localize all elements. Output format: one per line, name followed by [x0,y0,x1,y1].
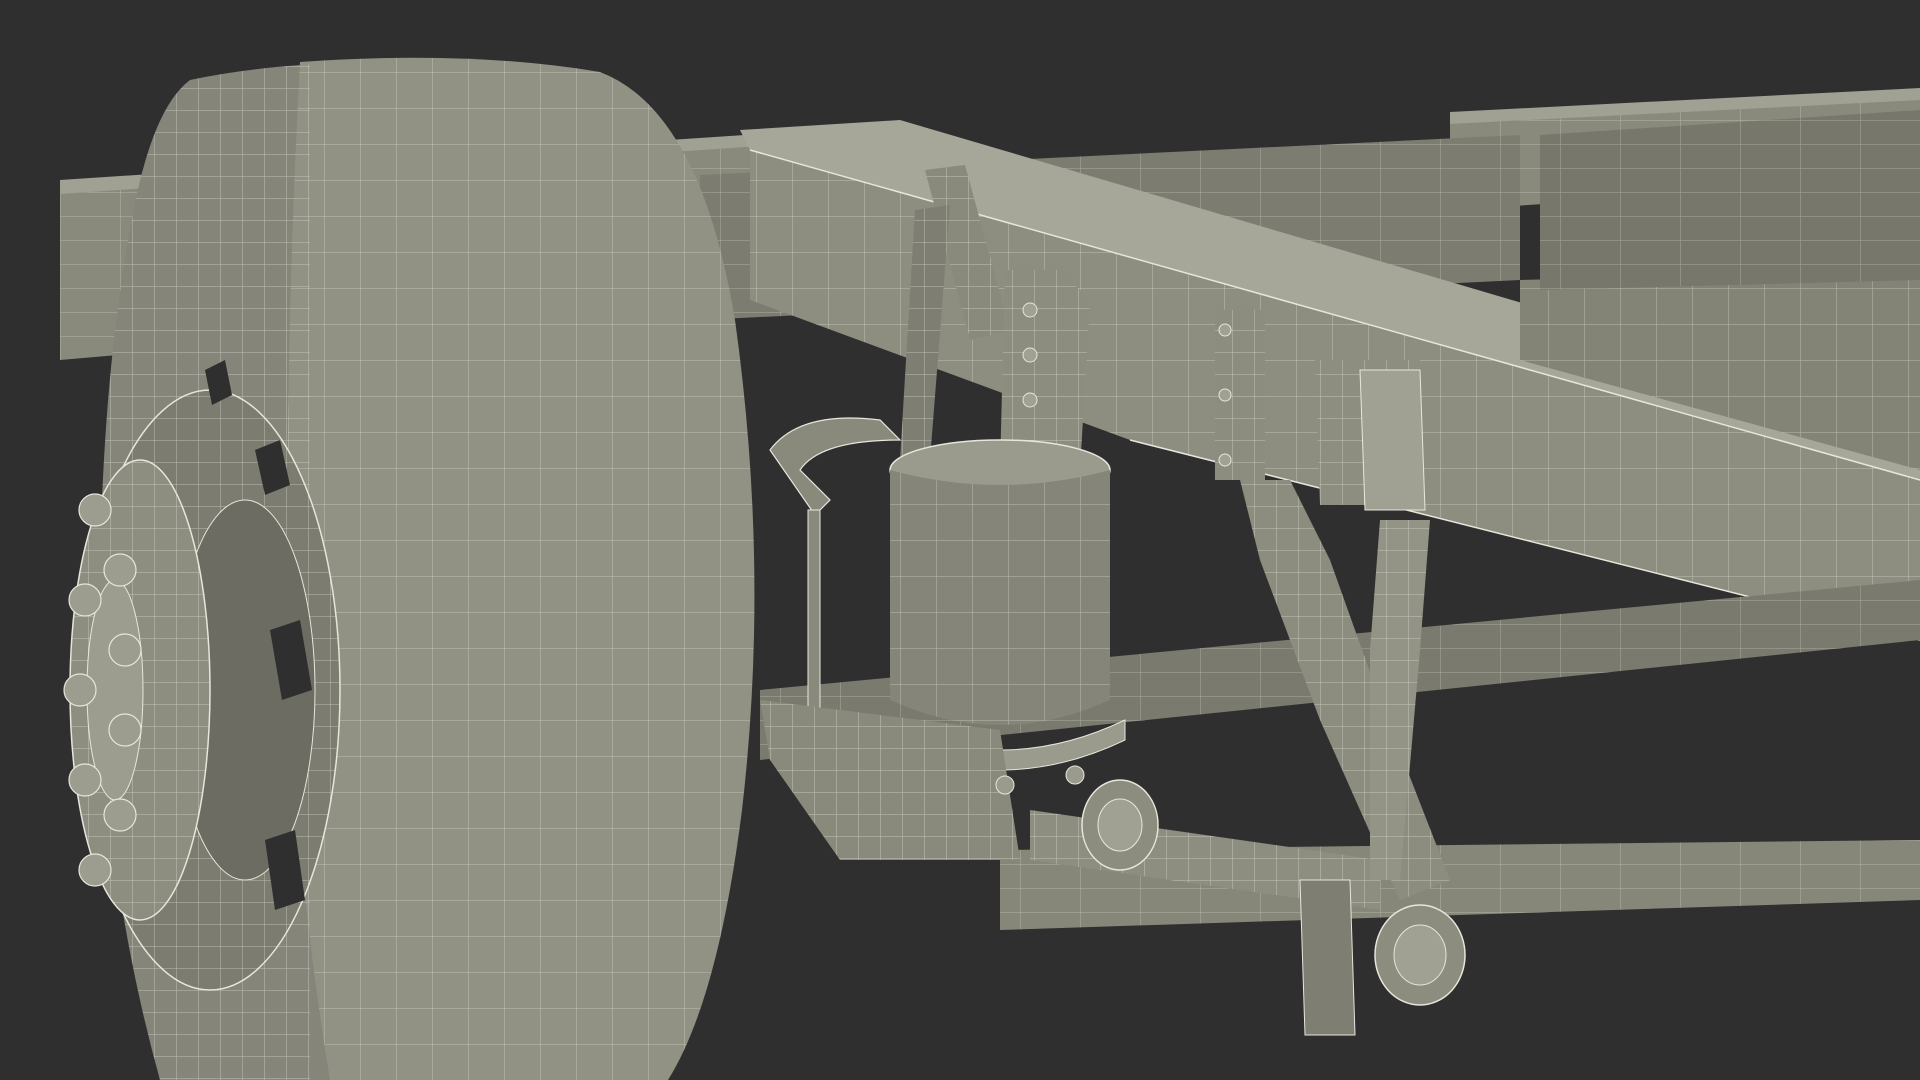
wheel-hub [63,459,211,921]
render-viewport [0,0,1920,1080]
chassis-wireframe-render [60,57,1920,1080]
u-bolt-plate [1215,310,1265,480]
front-bushing [1081,779,1159,871]
hanger-bracket [1315,360,1426,511]
